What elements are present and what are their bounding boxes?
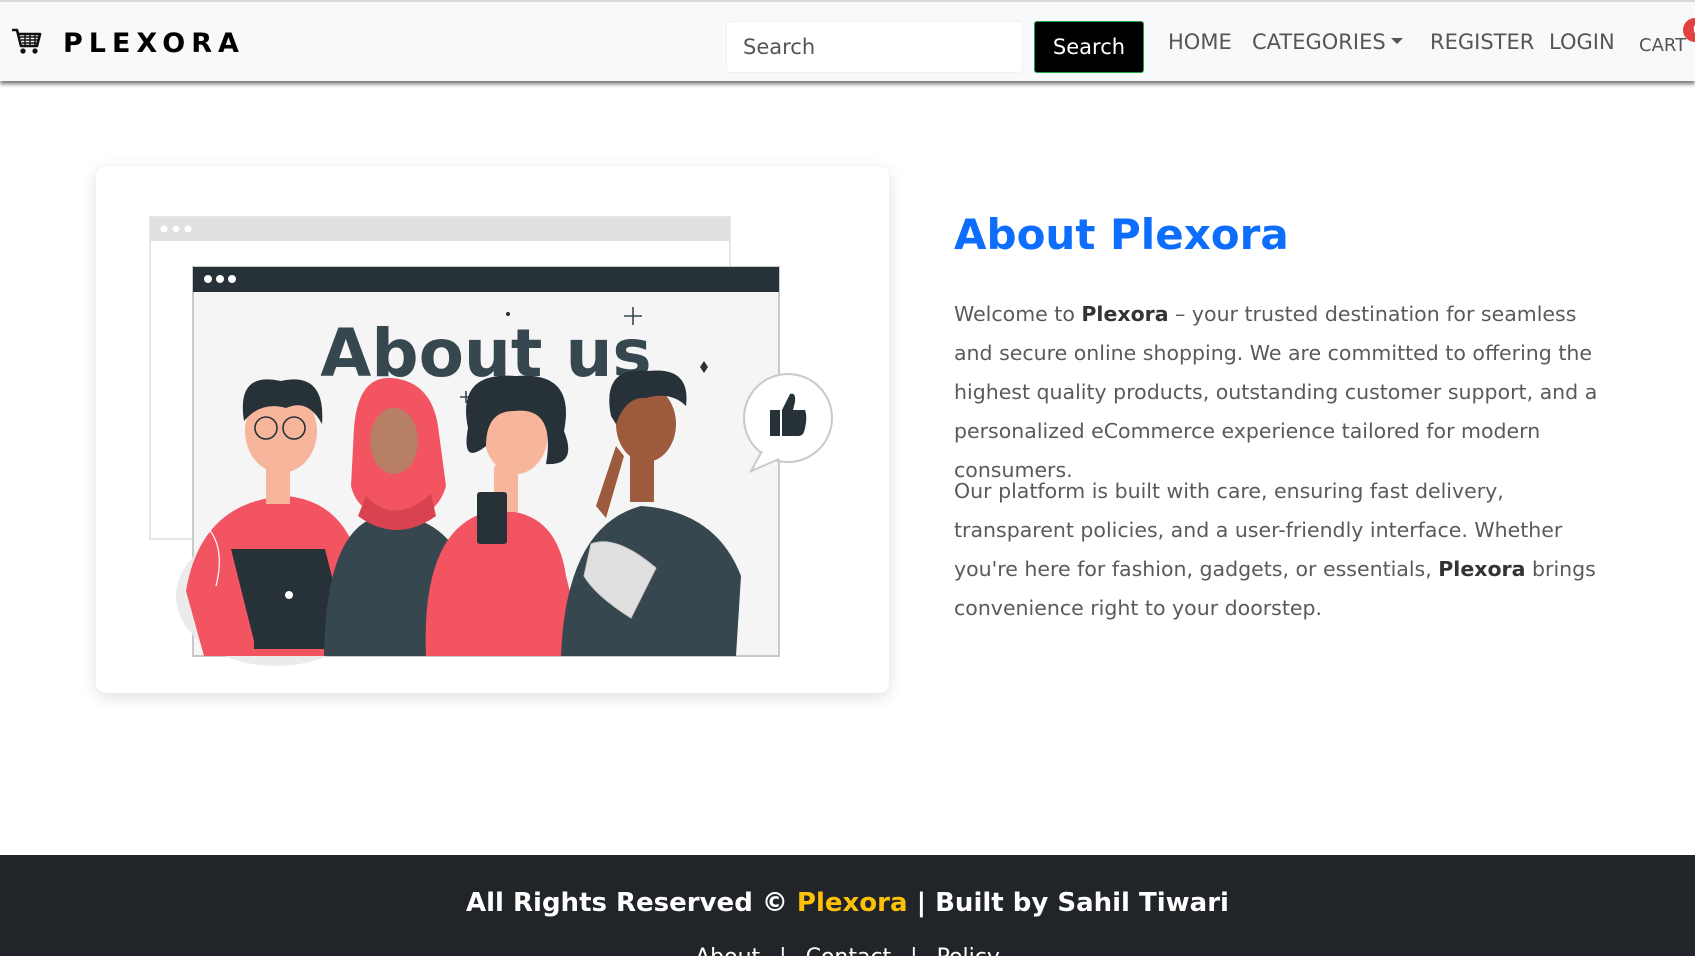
about-title: About Plexora	[954, 210, 1289, 259]
p2-brand: Plexora	[1438, 557, 1526, 581]
shopping-cart-icon	[11, 25, 43, 62]
footer-rights-suffix: | Built by Sahil Tiwari	[907, 888, 1229, 918]
nav-login-link[interactable]: LOGIN	[1549, 30, 1615, 54]
nav-register-link[interactable]: REGISTER	[1430, 30, 1534, 54]
footer-contact-link[interactable]: Contact	[806, 945, 892, 956]
footer-separator: |	[910, 945, 917, 956]
footer-links: About | Contact | Policy	[0, 945, 1695, 956]
about-us-illustration: About us	[149, 216, 833, 666]
search-button[interactable]: Search	[1034, 21, 1144, 73]
footer-separator: |	[779, 945, 786, 956]
brand-name: PLEXORA	[63, 27, 245, 59]
about-paragraph-1: Welcome to Plexora – your trusted destin…	[954, 295, 1614, 490]
brand-link[interactable]: PLEXORA	[11, 26, 245, 60]
p1-text-rest: – your trusted destination for seamless …	[954, 302, 1598, 482]
about-image-card: About us	[96, 166, 889, 693]
p1-text-start: Welcome to	[954, 302, 1082, 326]
footer: All Rights Reserved © Plexora | Built by…	[0, 855, 1695, 956]
about-paragraph-2: Our platform is built with care, ensurin…	[954, 472, 1614, 628]
nav-categories-dropdown[interactable]: CATEGORIES	[1252, 30, 1403, 54]
navbar: PLEXORA Search HOME CATEGORIES REGISTER …	[0, 0, 1695, 81]
footer-copyright: All Rights Reserved © Plexora | Built by…	[0, 888, 1695, 918]
caret-down-icon	[1390, 38, 1403, 44]
search-input[interactable]	[726, 21, 1023, 73]
footer-about-link[interactable]: About	[695, 945, 760, 956]
footer-brand: Plexora	[796, 888, 908, 918]
nav-cart-link[interactable]: CART	[1639, 35, 1686, 56]
nav-home-link[interactable]: HOME	[1168, 30, 1232, 54]
nav-categories-label: CATEGORIES	[1252, 30, 1386, 54]
footer-rights-prefix: All Rights Reserved ©	[466, 888, 797, 918]
footer-policy-link[interactable]: Policy	[937, 945, 1000, 956]
p1-brand: Plexora	[1081, 302, 1169, 326]
